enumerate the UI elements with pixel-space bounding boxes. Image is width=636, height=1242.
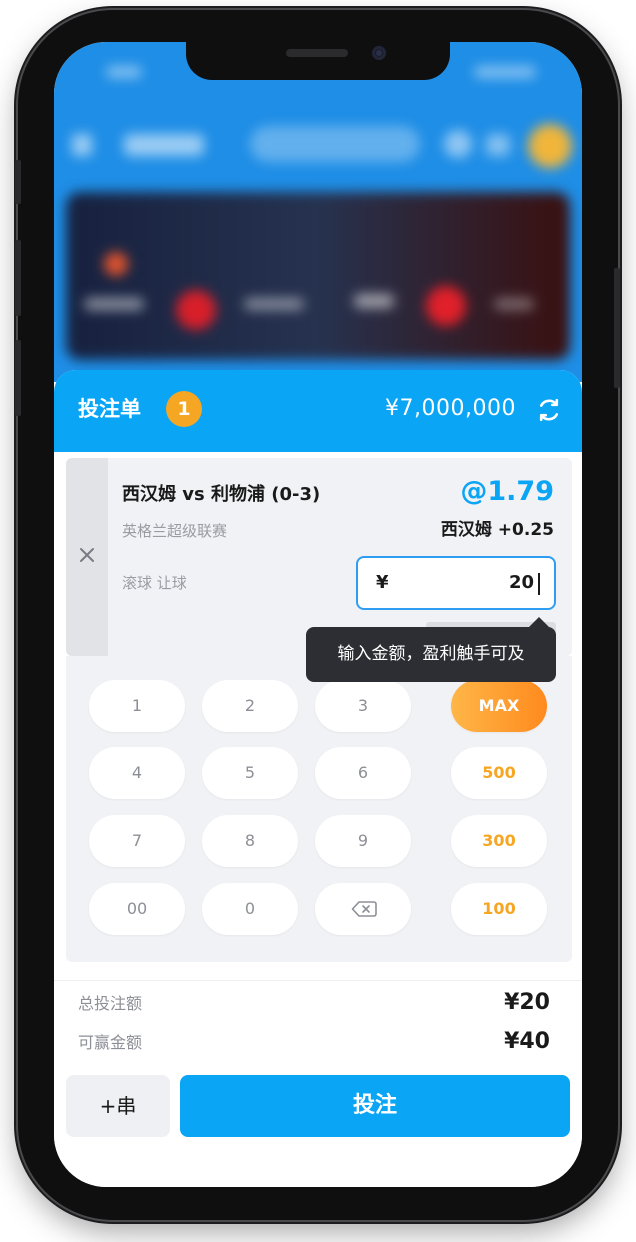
key-amount-300[interactable]: 300 [451,815,547,867]
avatar [528,124,572,168]
market-type: 滚球 让球 [122,574,187,592]
key-7[interactable]: 7 [89,815,185,867]
banner-text [354,294,394,308]
tooltip-arrow [529,617,549,627]
match-name: 西汉姆 vs 利物浦 (0-3) [122,484,321,505]
phone-screen: 投注单 1 ¥7,000,000 西汉姆 vs 利物浦 (0-3) @1.79 … [54,42,582,1187]
key-max[interactable]: MAX [451,680,547,732]
key-6[interactable]: 6 [315,747,411,799]
total-stake-value: ¥20 [504,990,550,1015]
potential-win-value: ¥40 [504,1029,550,1054]
menu-icon [72,134,92,156]
background-app [54,42,582,382]
bet-slip-title: 投注单 [78,397,141,421]
numeric-keypad: 1 2 3 MAX 4 5 6 500 7 8 9 300 00 0 100 [66,656,572,962]
sport-selector [124,134,204,156]
status-bar-time [106,66,142,78]
key-00[interactable]: 00 [89,883,185,935]
key-amount-100[interactable]: 100 [451,883,547,935]
bet-slip-header: 投注单 1 ¥7,000,000 [54,370,582,452]
balance: ¥7,000,000 [385,396,516,421]
volume-up-button [15,240,21,316]
key-9[interactable]: 9 [315,815,411,867]
speaker [286,49,348,57]
blurred-content [54,42,582,382]
bell-icon [444,130,472,158]
place-bet-button[interactable]: 投注 [180,1075,570,1137]
league-name: 英格兰超级联赛 [122,522,228,540]
notch [186,42,450,80]
total-stake-label: 总投注额 [78,994,143,1013]
key-5[interactable]: 5 [202,747,298,799]
search-pill [250,126,420,162]
match-banner [66,192,570,360]
team-logo [104,252,128,276]
stake-value: 20 [508,572,534,593]
potential-win-label: 可赢金额 [78,1033,143,1052]
odds: @1.79 [460,476,554,507]
add-parlay-button[interactable]: +串 [66,1075,170,1137]
volume-down-button [15,340,21,416]
remove-bet-button[interactable] [66,458,108,656]
power-button [614,268,620,388]
chat-icon [486,134,510,156]
close-icon [80,548,94,562]
mute-switch [15,160,21,204]
backspace-key[interactable] [315,883,411,935]
camera [372,46,386,60]
stake-tooltip: 输入金额，盈利触手可及 [306,627,556,682]
text-caret [538,573,540,595]
stake-currency: ¥ [376,572,389,593]
key-8[interactable]: 8 [202,815,298,867]
team-logo [176,290,216,330]
team-logo [426,286,466,326]
bet-count-badge: 1 [166,391,202,427]
banner-text [494,298,534,310]
stake-input[interactable]: ¥ 20 [356,556,556,610]
key-amount-500[interactable]: 500 [451,747,547,799]
key-1[interactable]: 1 [89,680,185,732]
key-0[interactable]: 0 [202,883,298,935]
status-bar-indicators [474,66,536,78]
key-3[interactable]: 3 [315,680,411,732]
banner-text [84,298,144,310]
key-2[interactable]: 2 [202,680,298,732]
bet-selection: 西汉姆 +0.25 [440,520,554,540]
refresh-icon[interactable] [536,397,562,423]
bet-slip-sheet: 投注单 1 ¥7,000,000 西汉姆 vs 利物浦 (0-3) @1.79 … [54,370,582,1187]
divider [54,980,582,981]
backspace-icon [351,901,377,917]
key-4[interactable]: 4 [89,747,185,799]
banner-text [244,298,304,310]
